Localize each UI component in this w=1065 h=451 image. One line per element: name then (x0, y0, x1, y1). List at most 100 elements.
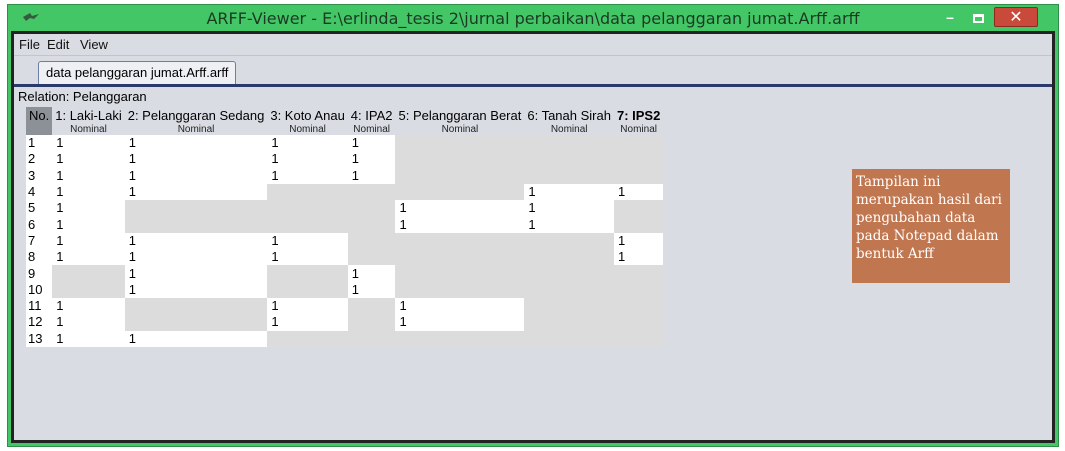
table-cell[interactable] (613, 167, 664, 184)
table-cell[interactable] (613, 200, 664, 217)
table-cell[interactable] (524, 135, 614, 152)
table-cell[interactable] (524, 151, 614, 168)
column-header[interactable]: 2: Pelanggaran Sedang (124, 107, 268, 123)
table-cell[interactable] (267, 216, 348, 233)
table-cell[interactable]: 1 (347, 167, 396, 184)
table-cell[interactable] (124, 314, 268, 331)
table-cell[interactable]: 1 (267, 167, 348, 184)
table-cell[interactable] (395, 183, 525, 201)
table-row[interactable]: 12 1 1 1 (26, 314, 664, 331)
table-cell[interactable]: 1 (267, 232, 348, 250)
table-cell[interactable] (395, 330, 525, 347)
table-cell[interactable]: 1 (124, 232, 268, 250)
tab-data-file[interactable]: data pelanggaran jumat.Arff.arff (38, 61, 237, 84)
table-cell[interactable] (347, 183, 396, 201)
table-cell[interactable]: 1 (124, 265, 268, 282)
table-cell[interactable]: 1 (347, 151, 396, 168)
no-column-header[interactable]: No. (26, 107, 53, 123)
table-cell[interactable] (395, 281, 525, 298)
table-cell[interactable]: 1 (124, 183, 268, 201)
table-row[interactable]: 5111 (26, 200, 664, 217)
table-cell[interactable] (524, 281, 614, 298)
table-cell[interactable]: 1 (52, 314, 125, 331)
table-row[interactable]: 13 1 1 (26, 330, 664, 347)
table-cell[interactable] (395, 232, 525, 250)
table-cell[interactable] (395, 135, 525, 152)
table-cell[interactable]: 1 (52, 232, 125, 250)
table-cell[interactable]: 1 (395, 216, 525, 233)
table-cell[interactable] (613, 314, 664, 331)
table-cell[interactable] (613, 281, 664, 298)
table-cell[interactable]: 1 (395, 314, 525, 331)
column-header[interactable]: 3: Koto Anau (267, 107, 348, 123)
table-cell[interactable] (52, 265, 125, 282)
table-cell[interactable] (524, 167, 614, 184)
table-cell[interactable]: 1 (347, 281, 396, 298)
table-cell[interactable]: 1 (124, 330, 268, 347)
table-row[interactable]: 11111 (26, 135, 664, 152)
table-cell[interactable] (613, 297, 664, 315)
table-cell[interactable] (347, 330, 396, 347)
table-cell[interactable] (347, 216, 396, 233)
table-cell[interactable] (613, 216, 664, 233)
table-cell[interactable]: 1 (267, 151, 348, 168)
table-row[interactable]: 41111 (26, 183, 664, 201)
table-cell[interactable] (347, 200, 396, 217)
table-cell[interactable]: 1 (124, 281, 268, 298)
maximize-button[interactable] (966, 7, 990, 27)
table-cell[interactable] (613, 135, 664, 152)
table-cell[interactable]: 1 (613, 249, 664, 266)
close-button[interactable]: ✕ (994, 7, 1038, 27)
table-row[interactable]: 10 1 1 (26, 281, 664, 298)
table-cell[interactable]: 1 (52, 330, 125, 347)
table-cell[interactable] (524, 249, 614, 266)
table-cell[interactable]: 1 (395, 200, 525, 217)
table-cell[interactable]: 1 (524, 200, 614, 217)
table-cell[interactable] (395, 151, 525, 168)
table-cell[interactable] (347, 297, 396, 315)
table-cell[interactable] (395, 265, 525, 282)
table-cell[interactable] (524, 330, 614, 347)
table-cell[interactable] (267, 330, 348, 347)
column-header[interactable]: 1: Laki-Laki (52, 107, 125, 123)
table-cell[interactable] (613, 151, 664, 168)
table-cell[interactable] (347, 249, 396, 266)
table-row[interactable]: 81111 (26, 249, 664, 266)
table-cell[interactable]: 1 (52, 151, 125, 168)
table-row[interactable]: 31111 (26, 167, 664, 184)
table-cell[interactable]: 1 (524, 183, 614, 201)
table-cell[interactable]: 1 (52, 167, 125, 184)
column-header[interactable]: 7: IPS2 (613, 107, 664, 123)
table-row[interactable]: 21111 (26, 151, 664, 168)
table-cell[interactable]: 1 (124, 167, 268, 184)
table-cell[interactable] (395, 167, 525, 184)
table-cell[interactable]: 1 (347, 265, 396, 282)
table-cell[interactable]: 1 (267, 314, 348, 331)
table-cell[interactable] (267, 281, 348, 298)
table-row[interactable]: 6111 (26, 216, 664, 233)
table-cell[interactable] (124, 216, 268, 233)
table-row[interactable]: 11111 (26, 297, 664, 315)
table-cell[interactable]: 1 (267, 249, 348, 266)
table-cell[interactable] (524, 297, 614, 315)
table-cell[interactable] (613, 330, 664, 347)
menu-file[interactable]: File (19, 37, 40, 52)
menu-view[interactable]: View (80, 37, 108, 52)
table-cell[interactable]: 1 (613, 232, 664, 250)
table-cell[interactable]: 1 (395, 297, 525, 315)
table-cell[interactable] (124, 200, 268, 217)
table-cell[interactable]: 1 (52, 135, 125, 152)
table-cell[interactable]: 1 (52, 249, 125, 266)
data-table[interactable]: No. 1: Laki-Laki 2: Pelanggaran Sedang 3: … (26, 107, 664, 347)
table-cell[interactable]: 1 (267, 297, 348, 315)
table-cell[interactable]: 1 (52, 216, 125, 233)
column-header[interactable]: 6: Tanah Sirah (524, 107, 614, 123)
table-cell[interactable] (267, 183, 348, 201)
table-cell[interactable] (267, 265, 348, 282)
table-cell[interactable]: 1 (524, 216, 614, 233)
table-cell[interactable] (267, 200, 348, 217)
table-cell[interactable]: 1 (52, 183, 125, 201)
table-cell[interactable] (524, 232, 614, 250)
table-cell[interactable] (613, 265, 664, 282)
table-cell[interactable]: 1 (613, 183, 664, 201)
